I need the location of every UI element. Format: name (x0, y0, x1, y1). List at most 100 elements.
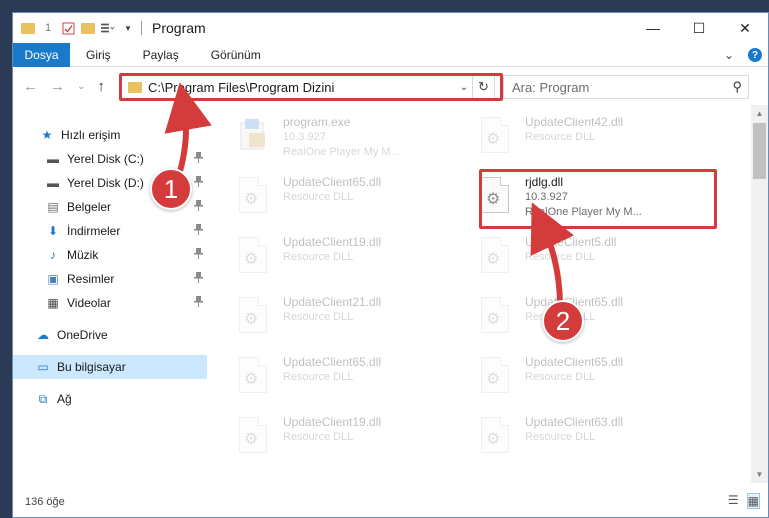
close-button[interactable]: ✕ (722, 13, 768, 43)
navigation-pane: ★ Hızlı erişim ▬ Yerel Disk (C:) ▬ Yerel Disk… (13, 105, 207, 485)
scroll-down-icon[interactable]: ▼ (751, 466, 768, 483)
dll-icon: ⚙ (239, 357, 273, 399)
file-info: UpdateClient63.dll Resource DLL (525, 413, 623, 467)
address-path[interactable]: C:\Program Files\Program Dizini (148, 80, 456, 95)
properties-icon[interactable] (61, 21, 75, 35)
dll-icon: ⚙ (239, 177, 273, 219)
sidebar-item-label: Yerel Disk (C:) (67, 152, 144, 166)
ribbon-right: ⌄ ? (724, 43, 762, 67)
sidebar-item[interactable]: ★ Hızlı erişim (13, 123, 207, 147)
file-item[interactable]: ⚙UpdateClient65.dllResource DLL (239, 173, 479, 227)
file-detail: Resource DLL (283, 371, 354, 383)
sidebar-item-label: Belgeler (67, 200, 112, 214)
file-item[interactable]: ⚙ UpdateClient19.dll Resource DLL (239, 413, 479, 467)
file-item[interactable]: program.exe 10.3.927 RealOne Player My M..… (239, 113, 479, 167)
new-folder-icon[interactable] (81, 22, 95, 34)
file-detail: Resource DLL (283, 311, 354, 323)
tab-home[interactable]: Giriş (70, 43, 127, 67)
up-arrow-icon[interactable]: ↑ (97, 78, 105, 95)
quick-access-toolbar: 1 ▾ (13, 21, 142, 35)
download-icon: ⬇ (47, 224, 59, 238)
title-bar: 1 ▾ Program — ☐ ✕ (13, 13, 768, 43)
sidebar-item[interactable]: ♪ Müzik (13, 243, 207, 267)
qat-dropdown-icon[interactable]: ▾ (121, 21, 135, 35)
pin-icon[interactable] (194, 224, 203, 238)
sidebar-item[interactable]: ☁ OneDrive (13, 323, 207, 347)
pin-icon[interactable] (194, 176, 203, 190)
search-box[interactable]: Ara: Program ⚲ (503, 75, 749, 99)
file-info: UpdateClient19.dll Resource DLL (283, 233, 381, 287)
file-detail: Resource DLL (283, 431, 354, 443)
file-name: UpdateClient19.dll (283, 415, 382, 429)
file-info: UpdateClient42.dll Resource DLL (525, 113, 623, 167)
selected-file-highlight-box (479, 169, 717, 229)
file-info: UpdateClient5.dll Resource DLL (525, 233, 616, 287)
window-title: Program (152, 20, 206, 36)
file-list: program.exe 10.3.927 RealOne Player My M..… (209, 105, 741, 483)
pin-icon[interactable] (194, 248, 203, 262)
tab-file[interactable]: Dosya (13, 42, 70, 67)
search-icon[interactable]: ⚲ (732, 79, 742, 95)
sidebar-item[interactable]: ⬇ İndirmeler (13, 219, 207, 243)
folder-icon (128, 81, 142, 93)
scroll-up-icon[interactable]: ▲ (751, 105, 768, 122)
customize-qat-icon[interactable] (101, 21, 115, 35)
help-icon[interactable]: ? (748, 48, 762, 62)
network-icon: ⧉ (38, 391, 48, 406)
dll-icon: ⚙ (481, 117, 515, 159)
divider (141, 21, 142, 35)
tab-view[interactable]: Görünüm (195, 43, 277, 67)
pin-icon[interactable] (194, 152, 203, 166)
sidebar-item-label: Resimler (67, 272, 115, 286)
refresh-icon[interactable]: ↻ (472, 76, 494, 98)
folder-icon[interactable] (21, 22, 35, 34)
file-item[interactable]: ⚙UpdateClient65.dllResource DLL (239, 353, 479, 407)
vertical-scrollbar[interactable]: ▲ ▼ (751, 105, 768, 483)
pin-icon[interactable] (194, 296, 203, 310)
file-name: UpdateClient19.dll (283, 235, 382, 249)
recent-locations-icon[interactable]: ⌄ (77, 81, 85, 92)
file-item[interactable]: ⚙ UpdateClient19.dll Resource DLL (239, 233, 479, 287)
file-item[interactable]: ⚙UpdateClient65.dllResource DLL (481, 353, 721, 407)
sidebar-item-label: Müzik (67, 248, 99, 262)
file-info: UpdateClient65.dll Resource DLL (525, 353, 623, 407)
annotation-badge-1: 1 (150, 168, 192, 210)
address-dropdown-icon[interactable]: ⌄ (456, 82, 472, 93)
explorer-window: 1 ▾ Program — ☐ ✕ Dosya Giriş Paylaş Gör… (12, 12, 769, 518)
file-item[interactable]: ⚙ UpdateClient5.dll Resource DLL (481, 233, 721, 287)
file-detail: RealOne Player My M... (283, 146, 400, 158)
large-icons-view-icon[interactable]: ▦ (746, 493, 760, 509)
forward-arrow-icon[interactable]: → (50, 78, 65, 95)
minimize-button[interactable]: — (630, 13, 676, 43)
expand-ribbon-icon[interactable]: ⌄ (724, 48, 734, 62)
address-bar[interactable]: C:\Program Files\Program Dizini ⌄ ↻ (121, 75, 495, 99)
file-info: program.exe 10.3.927 RealOne Player My M..… (283, 113, 400, 167)
maximize-button[interactable]: ☐ (676, 13, 722, 43)
window-controls: — ☐ ✕ (630, 13, 768, 43)
sidebar-item[interactable]: ⧉ Ağ (13, 387, 207, 411)
sidebar-item[interactable]: ▣ Resimler (13, 267, 207, 291)
drive-icon: ▬ (47, 152, 59, 166)
sidebar-item-label: Videolar (67, 296, 111, 310)
file-name: UpdateClient65.dll (283, 175, 382, 189)
scroll-thumb[interactable] (753, 123, 766, 179)
sidebar-item-label: Ağ (57, 392, 72, 406)
back-arrow-icon[interactable]: ← (23, 78, 38, 95)
file-item[interactable]: ⚙ UpdateClient21.dll Resource DLL (239, 293, 479, 347)
sidebar-item-label: İndirmeler (67, 224, 121, 238)
file-detail: Resource DLL (283, 251, 354, 263)
sidebar-item[interactable]: ▬ Yerel Disk (C:) (13, 147, 207, 171)
tab-share[interactable]: Paylaş (127, 43, 195, 67)
sidebar-item[interactable]: ▭ Bu bilgisayar (13, 355, 207, 379)
pin-icon[interactable] (194, 272, 203, 286)
file-item[interactable]: ⚙ UpdateClient63.dll Resource DLL (481, 413, 721, 467)
pictures-icon: ▣ (47, 272, 59, 286)
pin-icon[interactable] (194, 200, 203, 214)
details-view-icon[interactable]: ☰ (728, 493, 739, 509)
computer-icon: ▭ (37, 360, 49, 374)
status-bar: 136 öğe ☰ ▦ (13, 487, 768, 517)
file-item[interactable]: ⚙UpdateClient65.dllResource DLL (481, 293, 721, 347)
file-item[interactable]: ⚙ UpdateClient42.dll Resource DLL (481, 113, 721, 167)
dll-icon: ⚙ (239, 237, 273, 279)
sidebar-item[interactable]: ▦ Videolar (13, 291, 207, 315)
